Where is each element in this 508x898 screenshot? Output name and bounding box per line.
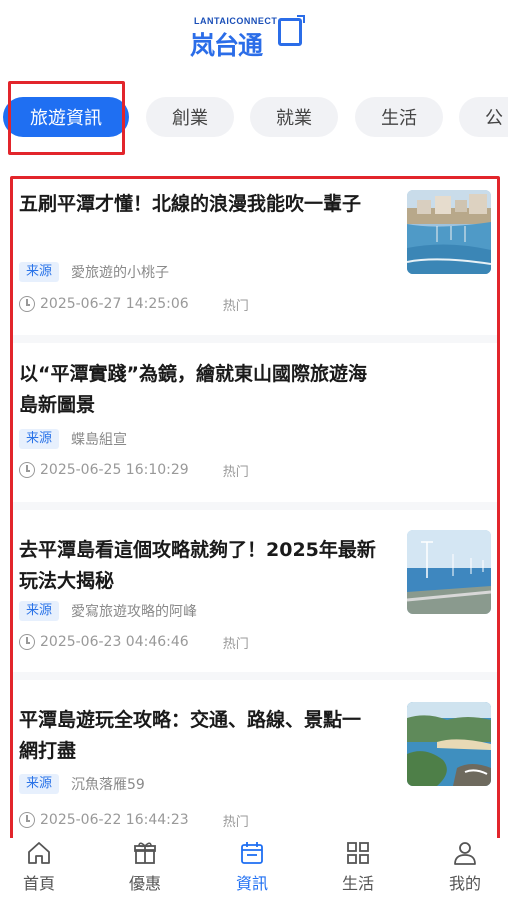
nav-profile[interactable]: 我的: [435, 840, 495, 894]
hot-tag: 热门: [222, 636, 249, 652]
calendar-icon: [239, 840, 265, 866]
article-thumbnail: [407, 530, 491, 614]
grid-icon: [345, 840, 371, 866]
tab-label: 生活: [381, 108, 417, 129]
article-divider: [13, 672, 497, 680]
clock-icon: [19, 462, 35, 478]
article-title: 以“平潭實踐”為鏡，繪就東山國際旅遊海島新圖景: [19, 363, 367, 416]
article-item[interactable]: 以“平潭實踐”為鏡，繪就東山國際旅遊海島新圖景 来源 蝶島組宣 2025-06-…: [19, 343, 491, 503]
nav-home[interactable]: 首頁: [9, 840, 69, 894]
bottom-navigation: 首頁 優惠 資訊 生活 我的: [0, 838, 508, 898]
article-time-row: 2025-06-23 04:46:46 热门: [19, 632, 249, 652]
clock-icon: [19, 634, 35, 650]
source-name: 沉魚落雁59: [71, 777, 145, 793]
clock-icon: [19, 812, 35, 828]
article-item[interactable]: 去平潭島看這個攻略就夠了！2025年最新玩法大揭秘 来源 愛寫旅遊攻略的阿峰 2…: [19, 510, 491, 672]
source-badge: 来源: [19, 262, 60, 282]
tab-life[interactable]: 生活: [355, 97, 443, 137]
clock-icon: [19, 296, 35, 312]
article-title: 去平潭島看這個攻略就夠了！2025年最新玩法大揭秘: [19, 539, 376, 592]
source-badge: 来源: [19, 601, 60, 621]
source-name: 蝶島組宣: [71, 432, 128, 448]
article-title: 五刷平潭才懂！北線的浪漫我能吹一輩子: [19, 193, 362, 215]
article-title: 平潭島遊玩全攻略：交通、路線、景點一網打盡: [19, 709, 362, 762]
article-source-row: 来源 沉魚落雁59: [19, 774, 145, 794]
nav-label: 首頁: [22, 874, 55, 893]
article-divider: [13, 335, 497, 343]
tab-label: 旅遊資訊: [30, 108, 102, 129]
article-time-row: 2025-06-22 16:44:23 热门: [19, 810, 249, 830]
user-icon: [452, 840, 478, 866]
hot-tag: 热门: [222, 298, 249, 314]
home-icon: [26, 840, 52, 866]
tab-label: 創業: [172, 108, 208, 129]
article-source-row: 来源 蝶島組宣: [19, 429, 127, 449]
article-time-row: 2025-06-25 16:10:29 热门: [19, 460, 249, 480]
nav-label: 生活: [341, 874, 374, 893]
tab-label: 就業: [276, 108, 312, 129]
source-badge: 来源: [19, 429, 60, 449]
article-source-row: 来源 愛寫旅遊攻略的阿峰: [19, 601, 197, 621]
nav-info[interactable]: 資訊: [222, 840, 282, 894]
logo-chinese-text: 岚台通: [190, 31, 263, 60]
logo-english-text: LANTAICONNECT: [194, 16, 278, 26]
article-item[interactable]: 五刷平潭才懂！北線的浪漫我能吹一輩子 来源 愛旅遊的小桃子 2025-06-27…: [19, 185, 491, 335]
article-time-row: 2025-06-27 14:25:06 热门: [19, 294, 249, 314]
category-tabs: 旅遊資訊 創業 就業 生活 公: [0, 97, 508, 141]
source-badge: 来源: [19, 774, 60, 794]
nav-label: 資訊: [235, 874, 268, 893]
article-thumbnail: [407, 190, 491, 274]
nav-label: 優惠: [128, 874, 161, 893]
article-list: 五刷平潭才懂！北線的浪漫我能吹一輩子 来源 愛旅遊的小桃子 2025-06-27…: [10, 176, 500, 841]
tab-label: 公: [485, 108, 503, 129]
article-source-row: 来源 愛旅遊的小桃子: [19, 262, 169, 282]
hot-tag: 热门: [222, 814, 249, 830]
article-thumbnail: [407, 702, 491, 786]
app-logo: LANTAICONNECT 岚台通: [190, 15, 320, 64]
article-divider: [13, 502, 497, 510]
publish-time: 2025-06-25 16:10:29: [40, 462, 189, 478]
nav-offers[interactable]: 優惠: [115, 840, 175, 894]
source-name: 愛旅遊的小桃子: [71, 265, 170, 281]
hot-tag: 热门: [222, 464, 249, 480]
gift-icon: [132, 840, 158, 866]
publish-time: 2025-06-22 16:44:23: [40, 812, 189, 828]
tab-public[interactable]: 公: [459, 97, 508, 137]
tab-employment[interactable]: 就業: [250, 97, 338, 137]
publish-time: 2025-06-23 04:46:46: [40, 634, 189, 650]
tab-travel-info[interactable]: 旅遊資訊: [3, 97, 129, 137]
nav-label: 我的: [448, 874, 481, 893]
publish-time: 2025-06-27 14:25:06: [40, 296, 189, 312]
source-name: 愛寫旅遊攻略的阿峰: [71, 604, 198, 620]
logo-mark-icon: [278, 15, 305, 46]
nav-life[interactable]: 生活: [328, 840, 388, 894]
article-item[interactable]: 平潭島遊玩全攻略：交通、路線、景點一網打盡 来源 沉魚落雁59 2025-06-…: [19, 680, 491, 838]
tab-startup[interactable]: 創業: [146, 97, 234, 137]
